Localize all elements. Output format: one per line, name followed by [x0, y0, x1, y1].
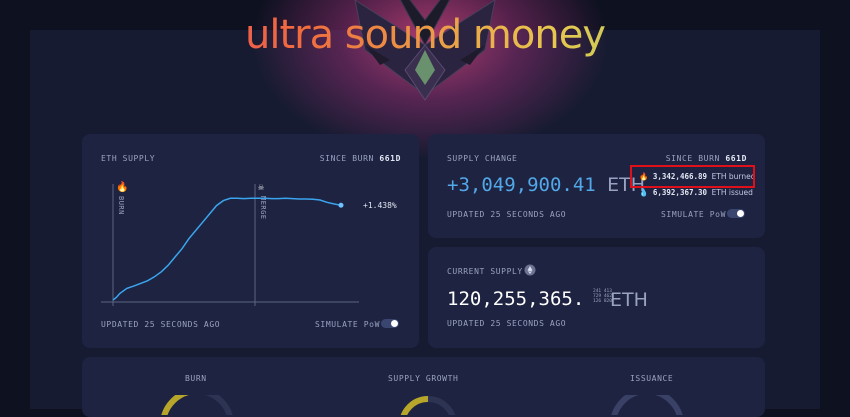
issued-unit: ETH issued — [711, 188, 753, 197]
since-burn-days: 661d — [379, 154, 401, 163]
metrics-card: BURN SUPPLY GROWTH ISSUANCE — [82, 357, 765, 417]
supply-change-label: SUPPLY CHANGE — [447, 154, 518, 163]
burn-gauge — [161, 395, 233, 415]
current-supply-updated: UPDATED 25 SECONDS AGO — [447, 319, 567, 328]
chart-end-dot — [338, 202, 344, 208]
since-burn-text: SINCE BURN — [319, 154, 374, 163]
chart-rate-label: +1.438%/y — [363, 201, 397, 210]
current-supply-unit: ETH — [610, 289, 648, 311]
issuance-gauge — [611, 395, 683, 415]
issued-value: 6,392,367.30 — [652, 188, 708, 197]
current-supply-card: CURRENT SUPPLY 120,255,365. 241 413 729 … — [428, 247, 765, 348]
eth-supply-simulate-label: SIMULATE PoW — [315, 320, 380, 329]
supply-change-value: +3,049,900.41 ETH — [447, 174, 645, 196]
supply-change-card: SUPPLY CHANGE SINCE BURN 661d +3,049,900… — [428, 134, 765, 238]
supply-change-simulate-label: SIMULATE PoW — [661, 210, 726, 219]
supply-line — [112, 197, 342, 301]
current-supply-label: CURRENT SUPPLY — [447, 267, 523, 276]
since-burn-label: SINCE BURN 661d — [320, 154, 401, 163]
eth-supply-label: ETH SUPPLY — [101, 154, 156, 163]
supply-change-since-text: SINCE BURN — [665, 154, 720, 163]
eth-coin-icon — [524, 264, 536, 276]
current-supply-value: 120,255,365. — [447, 288, 585, 310]
burn-label: BURN — [185, 374, 207, 383]
eth-supply-updated: UPDATED 25 SECONDS AGO — [101, 320, 221, 329]
eth-supply-simulate-toggle[interactable] — [381, 319, 399, 328]
eth-supply-card: ETH SUPPLY SINCE BURN 661d 🔥 ☠ BURN MERG… — [82, 134, 419, 348]
merge-marker-icon: ☠ — [258, 182, 264, 193]
issuance-label: ISSUANCE — [630, 374, 674, 383]
merge-marker-label: MERGE — [259, 196, 267, 220]
burn-marker-label: BURN — [117, 196, 125, 215]
supply-change-simulate-toggle[interactable] — [727, 209, 745, 218]
supply-change-since-days: 661d — [725, 154, 747, 163]
supply-change-updated: UPDATED 25 SECONDS AGO — [447, 210, 567, 219]
supply-growth-gauge — [400, 396, 456, 415]
supply-change-since: SINCE BURN 661d — [666, 154, 747, 163]
droplet-icon: 💧 — [639, 188, 649, 197]
current-supply-unit-wrap: ETH — [594, 289, 648, 311]
burned-highlight-box — [630, 165, 755, 188]
supply-change-number: +3,049,900.41 — [447, 174, 596, 196]
burn-marker-icon: 🔥 — [116, 180, 128, 193]
supply-growth-label: SUPPLY GROWTH — [388, 374, 459, 383]
hero-title: ultra sound money — [0, 12, 850, 58]
issued-row: 💧 6,392,367.30 ETH issued — [639, 188, 753, 197]
supply-chart: 🔥 ☠ BURN MERGE +1.438%/y — [101, 180, 397, 306]
